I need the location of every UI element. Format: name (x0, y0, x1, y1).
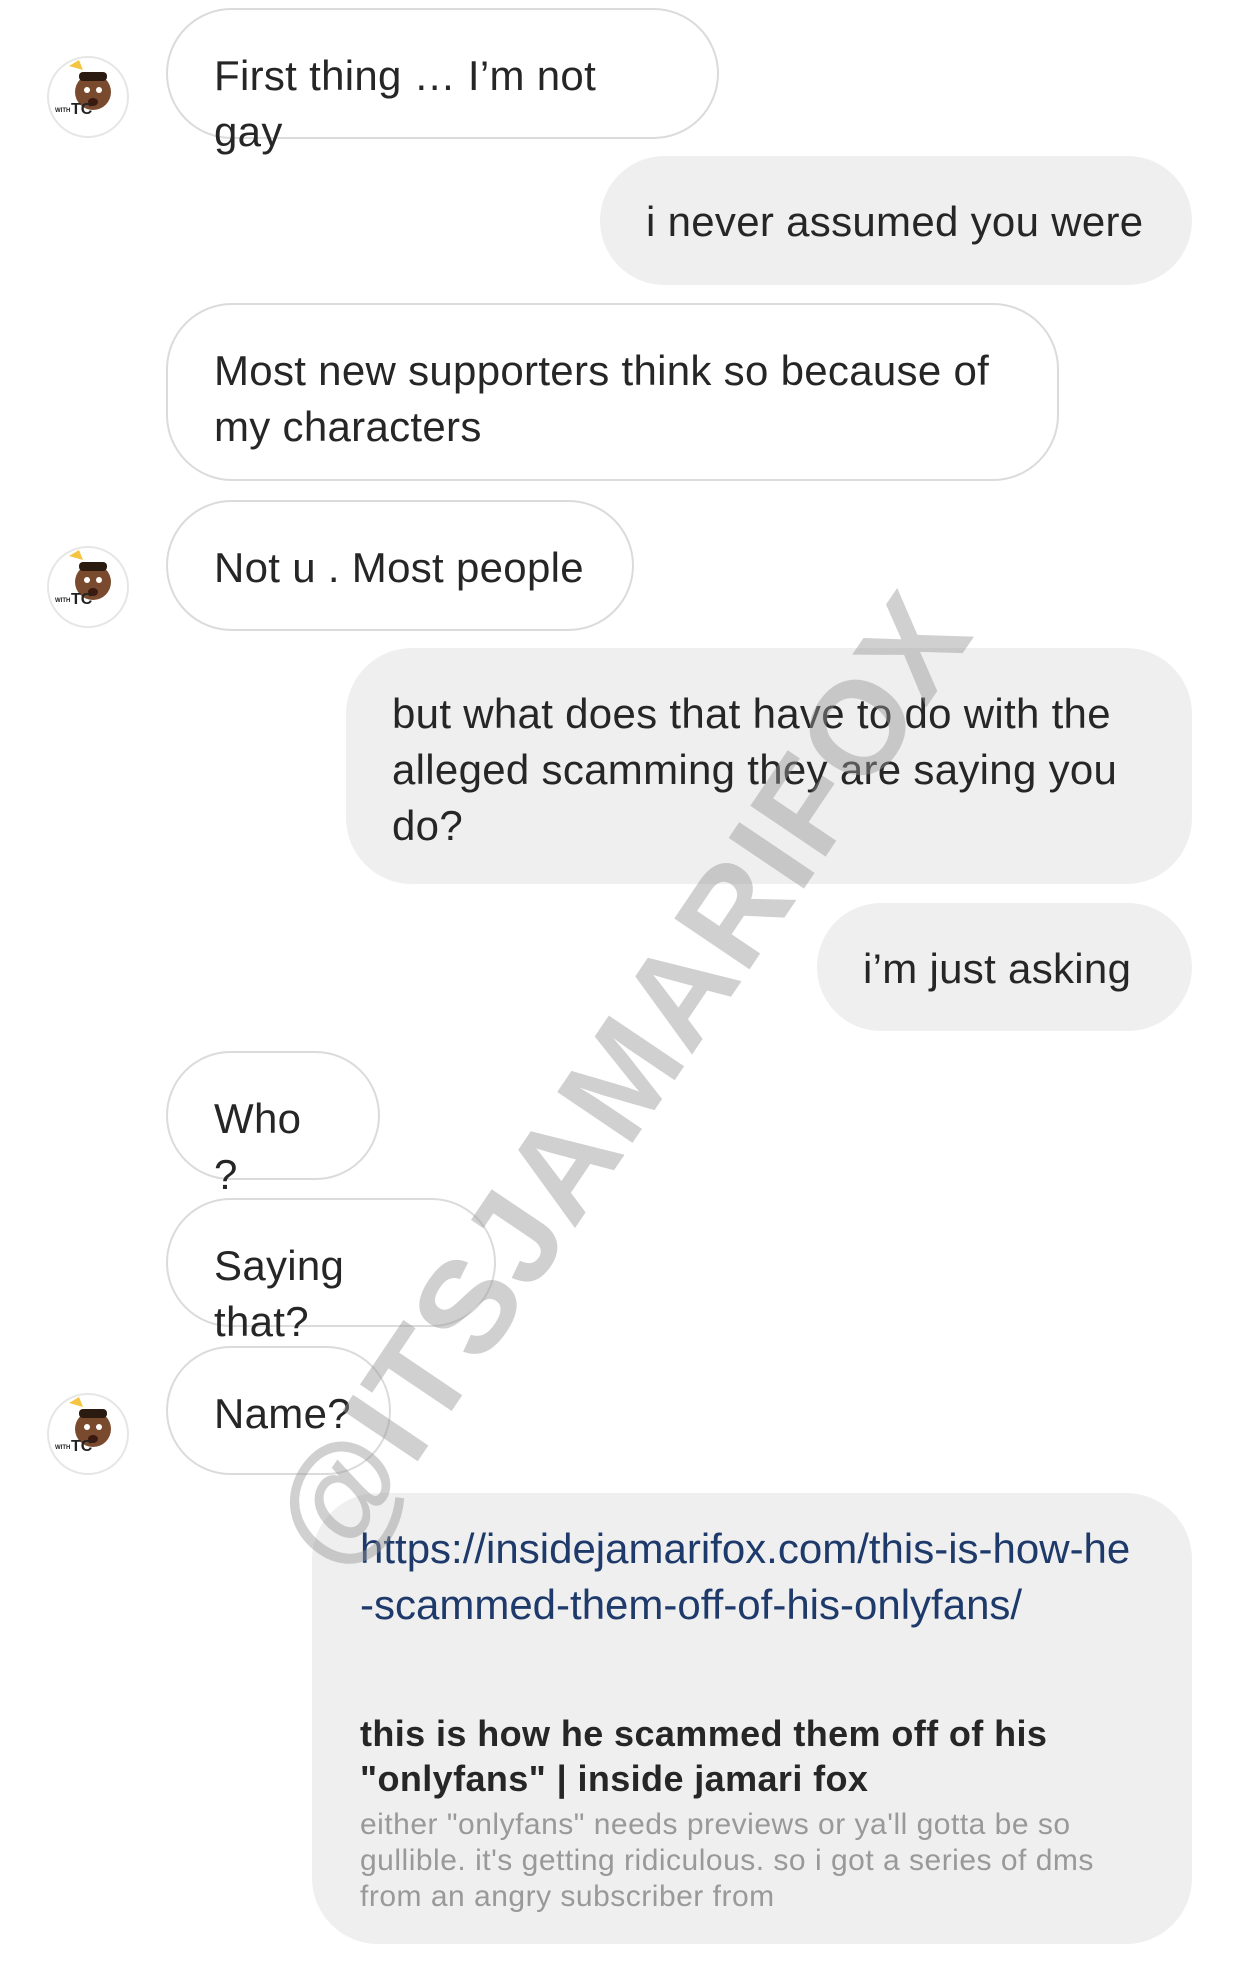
outgoing-message[interactable]: i’m just asking (817, 903, 1192, 1031)
contact-avatar-icon: WITH TC (55, 1397, 111, 1455)
message-text: Not u . Most people (214, 544, 584, 591)
message-text: Saying that? (214, 1242, 345, 1345)
link-preview-description: either "onlyfans" needs previews or ya'l… (360, 1808, 1094, 1913)
svg-text:WITH: WITH (55, 1445, 70, 1451)
message-text: i’m just asking (863, 945, 1132, 992)
message-text: Who ? (214, 1095, 302, 1198)
incoming-message[interactable]: Who ? (166, 1051, 380, 1198)
incoming-message[interactable]: Name? (166, 1346, 391, 1475)
incoming-message[interactable]: Saying that? (166, 1198, 496, 1345)
contact-avatar-icon: WITH TC (55, 550, 111, 608)
link-url[interactable]: https://insidejamarifox.com/this-is-how-… (360, 1521, 1144, 1633)
svg-text:WITH: WITH (55, 108, 70, 114)
message-text: but what does that have to do with the a… (392, 690, 1118, 849)
outgoing-message[interactable]: but what does that have to do with the a… (346, 648, 1192, 884)
svg-text:TC: TC (71, 591, 93, 608)
incoming-message[interactable]: First thing … I’m not gay (166, 8, 719, 155)
link-preview-title: this is how he scammed them off of his "… (360, 1713, 1048, 1799)
contact-avatar[interactable]: WITH TC (47, 546, 129, 628)
contact-avatar-icon: WITH TC (55, 60, 111, 118)
svg-text:WITH: WITH (55, 598, 70, 604)
message-text: Most new supporters think so because of … (214, 347, 990, 450)
svg-text:TC: TC (71, 101, 93, 118)
svg-text:TC: TC (71, 1438, 93, 1455)
contact-avatar[interactable]: WITH TC (47, 1393, 129, 1475)
outgoing-message[interactable]: i never assumed you were (600, 156, 1192, 285)
link-preview-message[interactable]: https://insidejamarifox.com/this-is-how-… (312, 1493, 1192, 1944)
message-text: Name? (214, 1390, 351, 1437)
incoming-message[interactable]: Not u . Most people (166, 500, 634, 631)
incoming-message[interactable]: Most new supporters think so because of … (166, 303, 1059, 481)
message-text: i never assumed you were (646, 198, 1144, 245)
contact-avatar[interactable]: WITH TC (47, 56, 129, 138)
message-text: First thing … I’m not gay (214, 52, 597, 155)
